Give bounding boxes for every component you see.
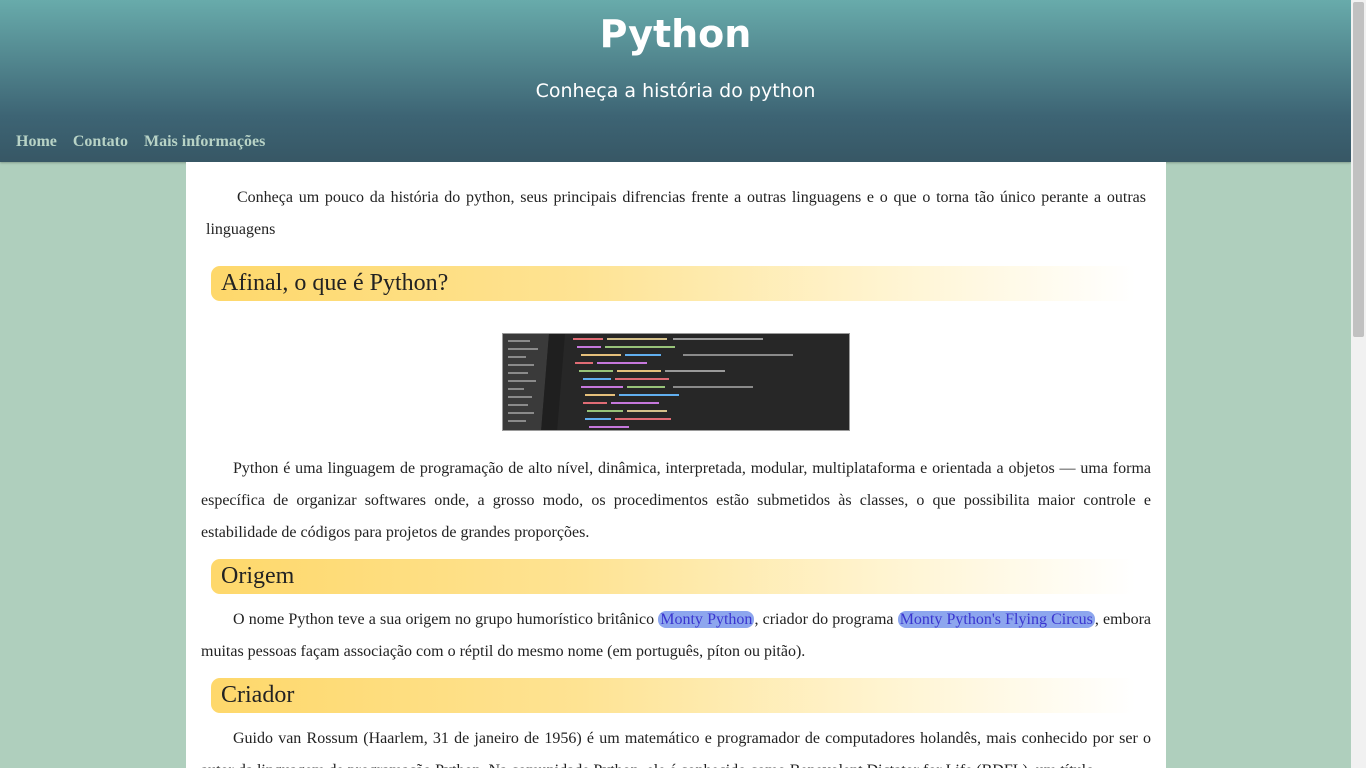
nav-mais-informacoes-link[interactable]: Mais informações [144,133,265,155]
nav-contato-link[interactable]: Contato [73,133,128,155]
heading-criador: Criador [211,678,1136,713]
heading-afinal: Afinal, o que é Python? [211,266,1136,301]
site-subtitle: Conheça a história do python [535,80,816,102]
origem-text-part1: O nome Python teve a sua origem no grupo… [233,611,659,628]
paragraph-afinal: Python é uma linguagem de programação de… [201,460,1151,541]
scrollbar-thumb[interactable] [1353,2,1364,337]
nav-home-link[interactable]: Home [16,133,57,155]
origem-text-part2: , criador do programa [754,611,898,628]
paragraph-origem: O nome Python teve a sua origem no grupo… [201,604,1151,668]
main-nav: Home Contato Mais informações [16,133,265,155]
flying-circus-link[interactable]: Monty Python's Flying Circus [897,611,1095,628]
code-editor-image [502,333,850,431]
site-title: Python [599,12,752,56]
main-content: Conheça um pouco da história do python, … [186,162,1166,768]
paragraph-criador: Guido van Rossum (Haarlem, 31 de janeiro… [201,730,1151,768]
intro-paragraph: Conheça um pouco da história do python, … [206,189,1146,238]
heading-origem: Origem [211,559,1136,594]
code-screenshot-graphic [503,334,849,430]
page-scrollbar[interactable] [1351,0,1366,768]
site-header: Python Conheça a história do python Home… [0,0,1351,162]
monty-python-link[interactable]: Monty Python [658,611,755,628]
